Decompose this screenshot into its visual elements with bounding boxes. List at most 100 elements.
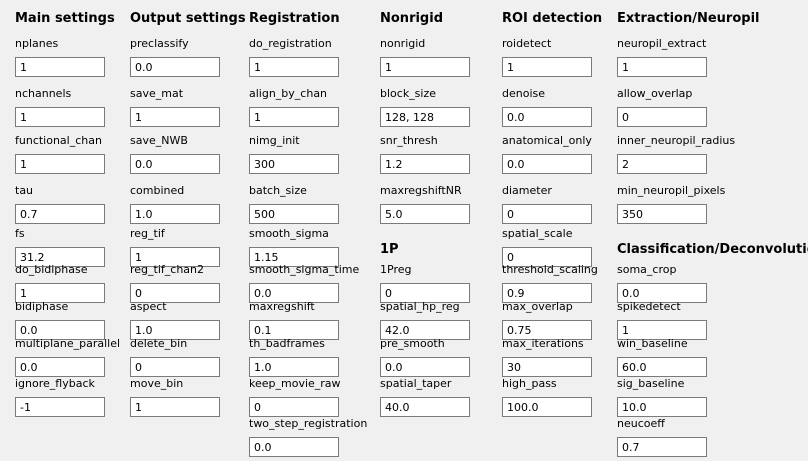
label-diameter: diameter: [502, 184, 552, 197]
label-do-registration: do_registration: [249, 37, 332, 50]
input-save-mat[interactable]: [130, 107, 220, 127]
label-combined: combined: [130, 184, 185, 197]
label-inner-neuropil-radius: inner_neuropil_radius: [617, 134, 736, 147]
input-align-by-chan[interactable]: [249, 107, 339, 127]
label-sig-baseline: sig_baseline: [617, 377, 685, 390]
label-save-mat: save_mat: [130, 87, 184, 100]
input-inner-neuropil-radius[interactable]: [617, 154, 707, 174]
section-header-registration: Registration: [249, 11, 340, 26]
label-snr-thresh: snr_thresh: [380, 134, 438, 147]
label-pre-smooth: pre_smooth: [380, 337, 445, 350]
label-neucoeff: neucoeff: [617, 417, 665, 430]
input-spatial-taper[interactable]: [380, 397, 470, 417]
section-header-main-settings: Main settings: [15, 11, 115, 26]
label-win-baseline: win_baseline: [617, 337, 688, 350]
input-min-neuropil-pixels[interactable]: [617, 204, 707, 224]
label-block-size: block_size: [380, 87, 437, 100]
input-nplanes[interactable]: [15, 57, 105, 77]
label-nchannels: nchannels: [15, 87, 72, 100]
label-save-nwb: save_NWB: [130, 134, 188, 147]
section-header-output-settings: Output settings: [130, 11, 246, 26]
label-denoise: denoise: [502, 87, 546, 100]
input-delete-bin[interactable]: [130, 357, 220, 377]
label-soma-crop: soma_crop: [617, 263, 677, 276]
input-nonrigid[interactable]: [380, 57, 470, 77]
settings-panel: Main settings nplanes nchannels functional_…: [0, 0, 808, 461]
label-functional-chan: functional_chan: [15, 134, 102, 147]
label-roidetect: roidetect: [502, 37, 552, 50]
input-denoise[interactable]: [502, 107, 592, 127]
label-nonrigid: nonrigid: [380, 37, 426, 50]
label-high-pass: high_pass: [502, 377, 557, 390]
label-fs: fs: [15, 227, 25, 240]
input-save-nwb[interactable]: [130, 154, 220, 174]
input-batch-size[interactable]: [249, 204, 339, 224]
input-preclassify[interactable]: [130, 57, 220, 77]
input-allow-overlap[interactable]: [617, 107, 707, 127]
label-ignore-flyback: ignore_flyback: [15, 377, 95, 390]
section-header-1p: 1P: [380, 242, 399, 257]
label-batch-size: batch_size: [249, 184, 307, 197]
input-do-registration[interactable]: [249, 57, 339, 77]
label-spikedetect: spikedetect: [617, 300, 681, 313]
input-neucoeff[interactable]: [617, 437, 707, 457]
label-maxregshift: maxregshift: [249, 300, 315, 313]
label-max-overlap: max_overlap: [502, 300, 573, 313]
label-spatial-taper: spatial_taper: [380, 377, 452, 390]
label-preclassify: preclassify: [130, 37, 189, 50]
label-max-iterations: max_iterations: [502, 337, 584, 350]
input-multiplane-parallel[interactable]: [15, 357, 105, 377]
label-neuropil-extract: neuropil_extract: [617, 37, 707, 50]
input-win-baseline[interactable]: [617, 357, 707, 377]
label-spatial-scale: spatial_scale: [502, 227, 573, 240]
input-th-badframes[interactable]: [249, 357, 339, 377]
input-roidetect[interactable]: [502, 57, 592, 77]
section-header-nonrigid: Nonrigid: [380, 11, 444, 26]
input-block-size[interactable]: [380, 107, 470, 127]
input-high-pass[interactable]: [502, 397, 592, 417]
label-nimg-init: nimg_init: [249, 134, 300, 147]
input-move-bin[interactable]: [130, 397, 220, 417]
label-min-neuropil-pixels: min_neuropil_pixels: [617, 184, 726, 197]
input-neuropil-extract[interactable]: [617, 57, 707, 77]
label-allow-overlap: allow_overlap: [617, 87, 693, 100]
input-diameter[interactable]: [502, 204, 592, 224]
label-tau: tau: [15, 184, 34, 197]
label-smooth-sigma: smooth_sigma: [249, 227, 329, 240]
input-nchannels[interactable]: [15, 107, 105, 127]
label-align-by-chan: align_by_chan: [249, 87, 328, 100]
label-bidiphase: bidiphase: [15, 300, 69, 313]
input-pre-smooth[interactable]: [380, 357, 470, 377]
label-reg-tif-chan2: reg_tif_chan2: [130, 263, 205, 276]
section-header-extraction-neuropil: Extraction/Neuropil: [617, 11, 760, 26]
label-threshold-scaling: threshold_scaling: [502, 263, 598, 276]
label-aspect: aspect: [130, 300, 167, 313]
label-anatomical-only: anatomical_only: [502, 134, 592, 147]
label-th-badframes: th_badframes: [249, 337, 325, 350]
input-max-iterations[interactable]: [502, 357, 592, 377]
section-header-classification-deconvolution: Classification/Deconvolution: [617, 242, 808, 257]
label-move-bin: move_bin: [130, 377, 184, 390]
section-header-roi-detection: ROI detection: [502, 11, 603, 26]
label-maxregshiftnr: maxregshiftNR: [380, 184, 462, 197]
label-multiplane-parallel: multiplane_parallel: [15, 337, 121, 350]
input-sig-baseline[interactable]: [617, 397, 707, 417]
label-spatial-hp-reg: spatial_hp_reg: [380, 300, 460, 313]
label-smooth-sigma-time: smooth_sigma_time: [249, 263, 360, 276]
label-keep-movie-raw: keep_movie_raw: [249, 377, 341, 390]
input-maxregshiftnr[interactable]: [380, 204, 470, 224]
input-nimg-init[interactable]: [249, 154, 339, 174]
input-snr-thresh[interactable]: [380, 154, 470, 174]
label-1preg: 1Preg: [380, 263, 412, 276]
label-nplanes: nplanes: [15, 37, 59, 50]
input-combined[interactable]: [130, 204, 220, 224]
input-two-step-registration[interactable]: [249, 437, 339, 457]
label-delete-bin: delete_bin: [130, 337, 188, 350]
label-two-step-registration: two_step_registration: [249, 417, 368, 430]
input-anatomical-only[interactable]: [502, 154, 592, 174]
input-ignore-flyback[interactable]: [15, 397, 105, 417]
input-keep-movie-raw[interactable]: [249, 397, 339, 417]
input-tau[interactable]: [15, 204, 105, 224]
label-reg-tif: reg_tif: [130, 227, 165, 240]
input-functional-chan[interactable]: [15, 154, 105, 174]
